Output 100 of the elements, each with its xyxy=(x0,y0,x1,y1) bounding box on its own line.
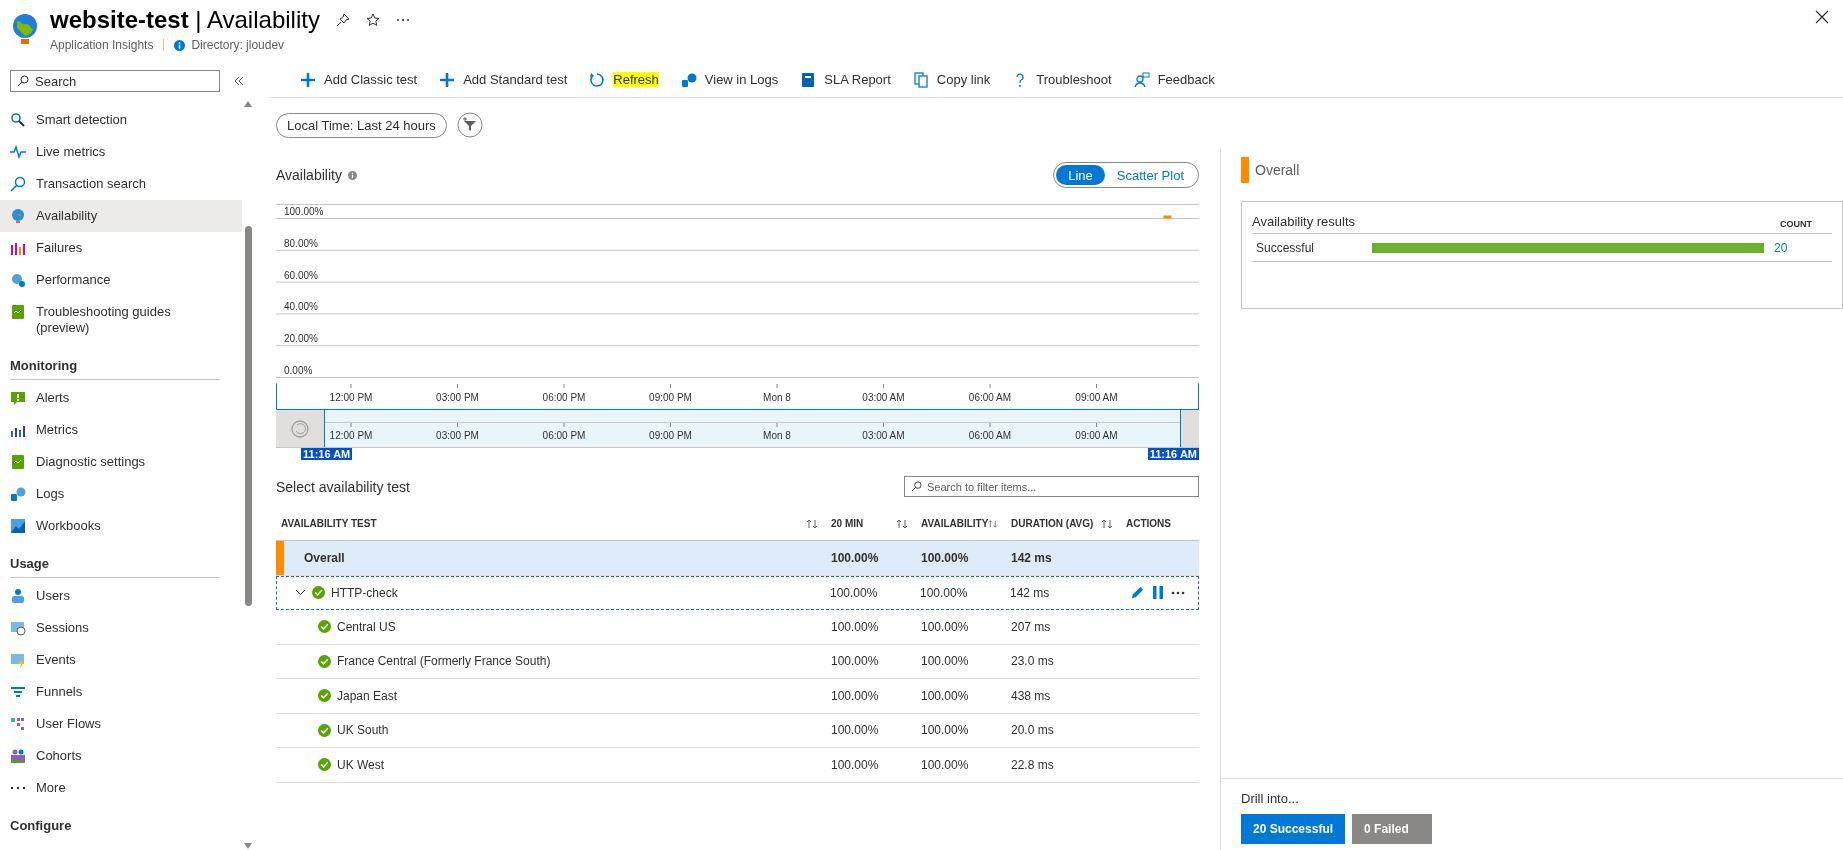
axis-label: Mon 8 xyxy=(763,392,791,403)
check-icon xyxy=(318,620,331,634)
sort-icon[interactable] xyxy=(806,518,818,529)
toolbar-button[interactable]: Copy link xyxy=(912,71,991,88)
axis-label: 40.00% xyxy=(284,301,318,313)
sort-icon[interactable] xyxy=(988,518,998,529)
scrollbar-thumb[interactable] xyxy=(244,226,252,606)
toolbar-button[interactable]: SLA Report xyxy=(800,71,891,88)
table-cell-text: 207 ms xyxy=(1010,619,1052,634)
sidebar-item[interactable]: Alerts xyxy=(0,382,242,414)
search-icon xyxy=(17,75,29,87)
axis-label: 80.00% xyxy=(284,237,318,249)
column-header[interactable]: AVAILABILITY xyxy=(921,518,989,529)
sidebar-item[interactable]: Cohorts xyxy=(0,740,242,772)
range-handle[interactable] xyxy=(1180,410,1199,447)
sidebar-item[interactable]: Transaction search xyxy=(0,168,242,200)
sidebar-item[interactable]: Events xyxy=(0,644,242,676)
sort-icon[interactable] xyxy=(896,518,908,529)
sidebar-item[interactable]: Smart detection xyxy=(0,104,242,136)
toolbar-button[interactable]: Troubleshoot xyxy=(1012,71,1112,88)
menu-icon xyxy=(10,588,26,604)
toolbar-button[interactable]: Add Classic test xyxy=(300,71,418,88)
sidebar-item[interactable]: Performance xyxy=(0,264,242,296)
table-cell-text: 438 ms xyxy=(1010,688,1052,703)
sidebar-item[interactable]: Sessions xyxy=(0,612,242,644)
axis-label: 20.00% xyxy=(284,333,318,345)
section-title: Select availability test xyxy=(276,478,410,495)
check-icon xyxy=(318,689,331,703)
series-point xyxy=(1163,215,1172,219)
range-handle[interactable] xyxy=(276,410,325,447)
copy-icon xyxy=(912,71,929,88)
axis-label: 09:00 PM xyxy=(649,392,692,403)
section-heading: Usage xyxy=(9,555,51,573)
table-row[interactable]: France Central (Formerly France South) 100.00% 100.00% 23.0 ms xyxy=(276,644,1199,679)
test-name: Japan East xyxy=(337,688,398,703)
search-field[interactable]: Search xyxy=(10,70,220,92)
table-row[interactable]: Japan East 100.00% 100.00% 438 ms xyxy=(276,679,1199,714)
filter-icon[interactable] xyxy=(456,112,483,138)
check-icon xyxy=(318,654,331,668)
column-header[interactable]: ACTIONS xyxy=(1126,518,1171,529)
close-icon[interactable] xyxy=(1815,10,1829,24)
search-icon xyxy=(911,481,922,492)
directory-label: Directory: jloudev xyxy=(191,38,285,52)
table-row[interactable]: UK West 100.00% 100.00% 22.8 ms xyxy=(276,748,1199,783)
sidebar-item[interactable]: Logs xyxy=(0,478,242,510)
sidebar-item[interactable]: User Flows xyxy=(0,708,242,740)
toggle-option[interactable]: Line xyxy=(1056,165,1105,185)
count-link[interactable]: 20 xyxy=(1774,240,1788,255)
pause-icon[interactable] xyxy=(1153,586,1163,600)
page-title: website-test | Availability xyxy=(50,6,320,34)
column-header[interactable]: 20 MIN xyxy=(831,518,864,529)
drill-title: Drill into... xyxy=(1241,791,1300,806)
sidebar-item[interactable]: Funnels xyxy=(0,676,242,708)
sidebar-item[interactable]: Availability xyxy=(0,200,242,232)
table-cell-text: 23.0 ms xyxy=(1010,654,1055,669)
test-name: UK South xyxy=(337,723,389,738)
scroll-up-icon[interactable] xyxy=(243,100,253,108)
table-cell-text: 100.00% xyxy=(920,619,970,634)
toolbar-button[interactable]: Add Standard test xyxy=(439,71,568,88)
sidebar-item[interactable]: Live metrics xyxy=(0,136,242,168)
pin-icon[interactable] xyxy=(335,13,350,27)
column-header[interactable]: AVAILABILITY TEST xyxy=(281,518,377,529)
table-cell-text: 142 ms xyxy=(1009,585,1051,600)
table-row[interactable]: UK South 100.00% 100.00% 20.0 ms xyxy=(276,713,1199,748)
table-row[interactable]: HTTP-check 100.00% 100.00% 142 ms xyxy=(276,575,1199,610)
sidebar-item[interactable]: More xyxy=(0,772,242,804)
sidebar-item[interactable]: Troubleshooting guides (preview) xyxy=(0,296,242,344)
drill-button[interactable]: 20 Successful xyxy=(1241,814,1346,844)
card-title: Availability results xyxy=(1252,214,1356,229)
chevron-icon[interactable] xyxy=(295,589,306,597)
section-heading: Monitoring xyxy=(9,357,79,375)
sidebar-item[interactable]: Failures xyxy=(0,232,242,264)
collapse-icon[interactable] xyxy=(234,76,244,86)
info-icon xyxy=(347,170,357,180)
axis-label: 03:00 PM xyxy=(436,392,479,403)
axis-label: 06:00 AM xyxy=(968,392,1012,403)
sidebar-item[interactable]: Metrics xyxy=(0,414,242,446)
range-start-label: 11:16 AM xyxy=(301,448,353,460)
filter-field[interactable]: Search to filter items... xyxy=(904,476,1199,497)
toolbar-button[interactable]: Feedback xyxy=(1133,71,1215,88)
table-row[interactable]: Overall 100.00% 100.00% 142 ms xyxy=(276,541,1199,576)
axis-label: 09:00 AM xyxy=(1075,392,1118,403)
more-icon[interactable] xyxy=(1171,590,1185,595)
toggle-option[interactable]: Scatter Plot xyxy=(1104,165,1196,185)
star-icon[interactable] xyxy=(365,13,380,27)
book-icon xyxy=(800,71,817,88)
menu-icon xyxy=(10,390,26,406)
sidebar-item[interactable]: Workbooks xyxy=(0,510,242,542)
column-header[interactable]: DURATION (AVG) xyxy=(1011,518,1094,529)
column-header: COUNT xyxy=(1780,219,1812,229)
sidebar-item[interactable]: Diagnostic settings xyxy=(0,446,242,478)
axis-label: 12:00 PM xyxy=(329,392,373,403)
sort-icon[interactable] xyxy=(1101,518,1113,529)
toolbar-button[interactable]: View in Logs xyxy=(680,71,779,88)
edit-icon[interactable] xyxy=(1130,585,1145,601)
scroll-down-icon[interactable] xyxy=(243,842,253,850)
sidebar-item[interactable]: Users xyxy=(0,580,242,612)
menu-icon xyxy=(10,748,26,764)
info-icon xyxy=(174,39,186,51)
table-row[interactable]: Central US 100.00% 100.00% 207 ms xyxy=(276,610,1199,645)
